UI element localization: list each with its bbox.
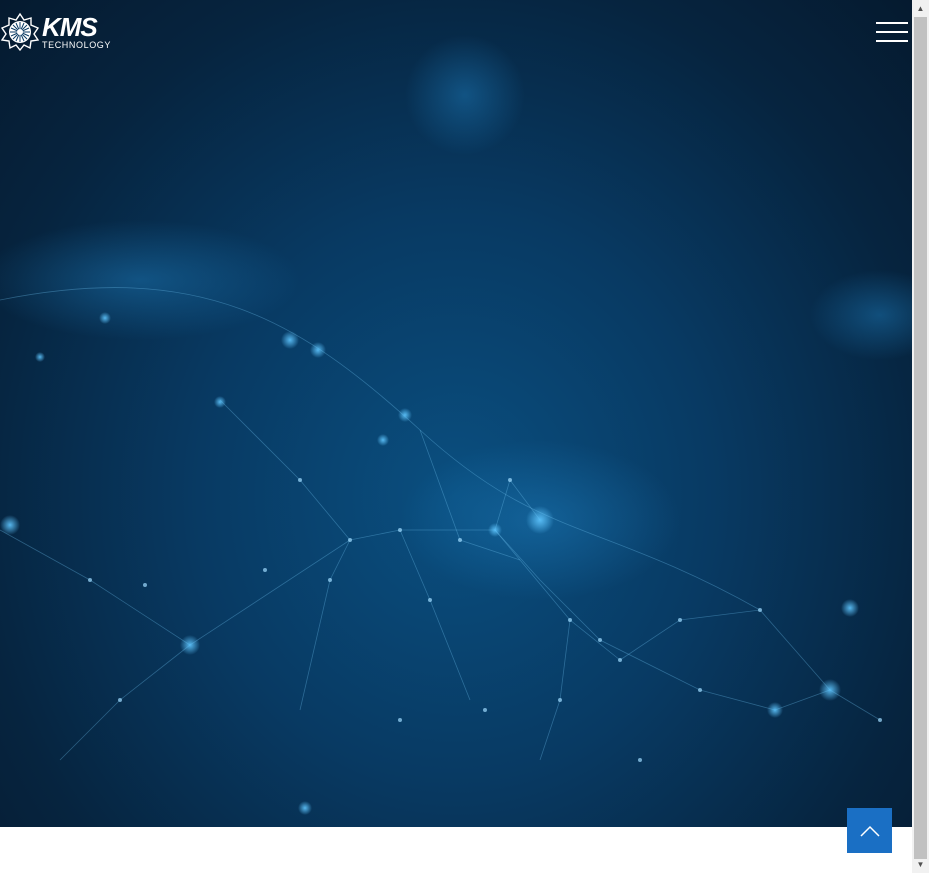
hamburger-menu-icon[interactable] <box>876 22 908 42</box>
logo-wordmark: KMS TECHNOLOGY <box>42 14 111 50</box>
page: KMS TECHNOLOGY <box>0 0 912 873</box>
hero-banner: KMS TECHNOLOGY <box>0 0 912 827</box>
scroll-to-top-button[interactable] <box>847 808 892 853</box>
kms-logo-icon <box>0 12 40 52</box>
kms-technology-logo[interactable]: KMS TECHNOLOGY <box>0 12 111 52</box>
vertical-scrollbar[interactable]: ▲ ▼ <box>912 0 929 873</box>
logo-sub-text: TECHNOLOGY <box>42 40 112 50</box>
menu-bar-middle <box>876 31 908 33</box>
logo-main-text: KMS <box>42 12 98 42</box>
scrollbar-down-arrow-icon[interactable]: ▼ <box>912 856 929 873</box>
menu-bar-top <box>876 22 908 24</box>
menu-bar-bottom <box>876 40 908 42</box>
network-background-graphic <box>0 35 912 815</box>
chevron-up-icon <box>859 825 880 837</box>
scrollbar-up-arrow-icon[interactable]: ▲ <box>912 0 929 17</box>
scrollbar-thumb[interactable] <box>914 17 927 859</box>
